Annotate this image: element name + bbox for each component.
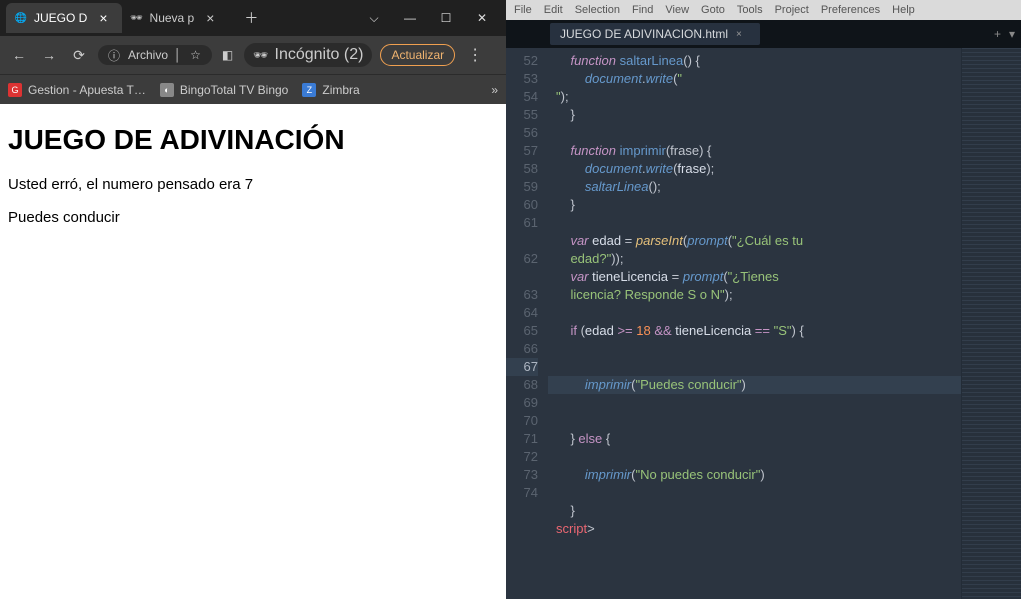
tab-strip: 🌐 JUEGO D × 🕶 Nueva p × ＋ ⌵ — ☐ ✕ xyxy=(0,0,506,36)
addr-divider: │ xyxy=(174,48,182,62)
menu-icon[interactable]: ⋮ xyxy=(463,45,487,65)
menu-goto[interactable]: Goto xyxy=(701,4,725,16)
editor-menubar: File Edit Selection Find View Goto Tools… xyxy=(506,0,1021,20)
bookmark-icon: G xyxy=(8,83,22,97)
close-button[interactable]: ✕ xyxy=(464,4,500,32)
incognito-icon: 🕶 xyxy=(130,11,144,25)
bookmark-zimbra[interactable]: Z Zimbra xyxy=(302,83,359,97)
forward-button[interactable]: → xyxy=(38,44,60,66)
bookmark-bingo[interactable]: ◐ BingoTotal TV Bingo xyxy=(160,83,289,97)
tab-active[interactable]: 🌐 JUEGO D × xyxy=(6,3,122,33)
info-icon[interactable]: ⓘ xyxy=(106,47,122,63)
chrome-window: 🌐 JUEGO D × 🕶 Nueva p × ＋ ⌵ — ☐ ✕ ← → ⟳ … xyxy=(0,0,506,599)
nav-toolbar: ← → ⟳ ⓘ Archivo │ ☆ ◧ 🕶 Incógnito (2) Ac… xyxy=(0,36,506,74)
bookmark-bar: G Gestion - Apuesta T… ◐ BingoTotal TV B… xyxy=(0,74,506,104)
menu-edit[interactable]: Edit xyxy=(544,4,563,16)
tab-close-icon[interactable]: × xyxy=(93,10,113,26)
tab-title: JUEGO D xyxy=(34,11,87,25)
menu-file[interactable]: File xyxy=(514,4,532,16)
incognito-icon: 🕶 xyxy=(253,47,269,63)
menu-preferences[interactable]: Preferences xyxy=(821,4,880,16)
window-controls: ⌵ — ☐ ✕ xyxy=(356,4,500,32)
editor-tab-close-icon[interactable]: × xyxy=(736,29,742,40)
editor-tab-active[interactable]: JUEGO DE ADIVINACION.html × xyxy=(550,23,760,45)
line-gutter: 5253545556575859606162636465666768697071… xyxy=(506,48,548,599)
menu-find[interactable]: Find xyxy=(632,4,653,16)
minimize-button[interactable]: — xyxy=(392,4,428,32)
bookmark-gestion[interactable]: G Gestion - Apuesta T… xyxy=(8,83,146,97)
tab-inactive[interactable]: 🕶 Nueva p × xyxy=(122,3,229,33)
menu-project[interactable]: Project xyxy=(775,4,809,16)
incognito-label: Incógnito (2) xyxy=(275,46,364,64)
incognito-indicator[interactable]: 🕶 Incógnito (2) xyxy=(244,43,373,67)
bookmarks-overflow[interactable]: » xyxy=(491,83,498,97)
result-line: Usted erró, el numero pensado era 7 xyxy=(8,176,498,193)
code-content[interactable]: function saltarLinea() { document.write(… xyxy=(548,48,961,599)
drive-line: Puedes conducir xyxy=(8,209,498,226)
bookmark-icon: Z xyxy=(302,83,316,97)
code-area[interactable]: 5253545556575859606162636465666768697071… xyxy=(506,48,1021,599)
tab-close-icon[interactable]: × xyxy=(200,10,220,26)
star-icon[interactable]: ☆ xyxy=(188,47,204,63)
page-content: JUEGO DE ADIVINACIÓN Usted erró, el nume… xyxy=(0,104,506,599)
menu-tools[interactable]: Tools xyxy=(737,4,763,16)
bookmark-icon: ◐ xyxy=(160,83,174,97)
address-bar[interactable]: ⓘ Archivo │ ☆ xyxy=(98,45,212,65)
editor-tab-title: JUEGO DE ADIVINACION.html xyxy=(560,27,728,41)
reader-icon[interactable]: ◧ xyxy=(220,47,236,63)
page-title: JUEGO DE ADIVINACIÓN xyxy=(8,124,498,156)
back-button[interactable]: ← xyxy=(8,44,30,66)
new-tab-button[interactable]: ＋ xyxy=(238,8,264,28)
tab-title: Nueva p xyxy=(150,11,195,25)
menu-view[interactable]: View xyxy=(665,4,689,16)
menu-selection[interactable]: Selection xyxy=(575,4,620,16)
sublime-editor: File Edit Selection Find View Goto Tools… xyxy=(506,0,1021,599)
maximize-button[interactable]: ☐ xyxy=(428,4,464,32)
editor-newtab-icon[interactable]: + xyxy=(994,27,1001,41)
update-button[interactable]: Actualizar xyxy=(380,44,455,66)
reload-button[interactable]: ⟳ xyxy=(68,44,90,66)
editor-tabs: JUEGO DE ADIVINACION.html × + ▾ xyxy=(506,20,1021,48)
menu-help[interactable]: Help xyxy=(892,4,915,16)
addr-label: Archivo xyxy=(128,48,168,62)
minimap[interactable] xyxy=(961,48,1021,599)
globe-icon: 🌐 xyxy=(14,11,28,25)
tab-search-icon[interactable]: ⌵ xyxy=(356,4,392,32)
editor-tabmenu-icon[interactable]: ▾ xyxy=(1009,27,1015,41)
